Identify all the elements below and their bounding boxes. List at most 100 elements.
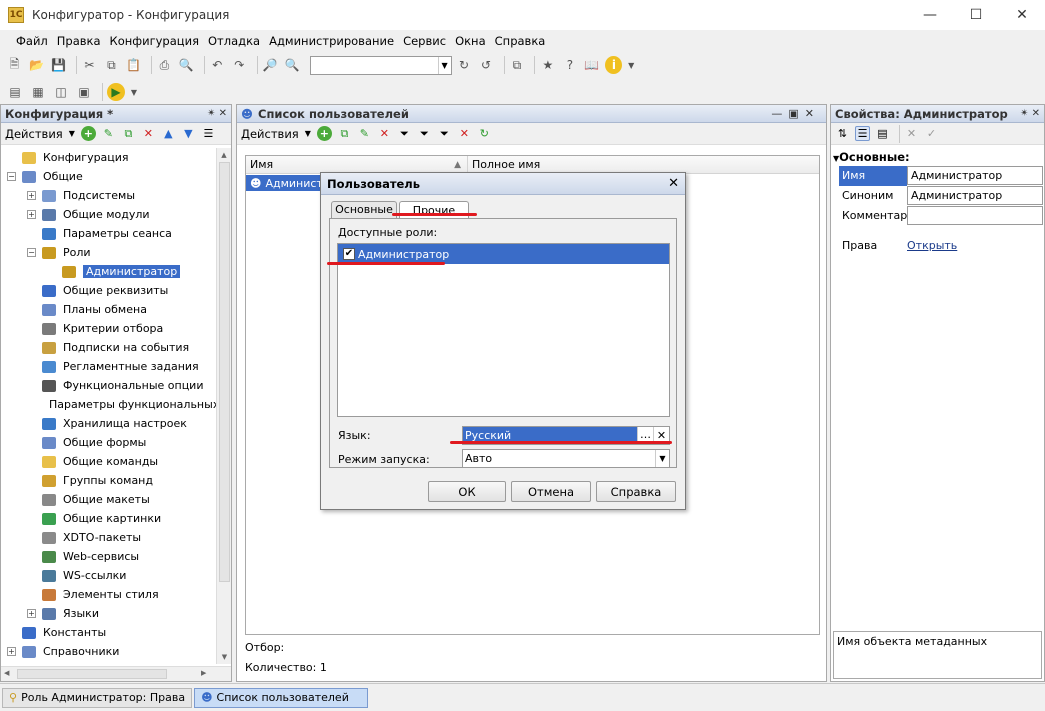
col-name[interactable]: Имя ▲	[246, 156, 468, 173]
tree-item[interactable]: − Общие	[1, 167, 216, 186]
find-in-tree-icon[interactable]: 🔎	[262, 56, 279, 74]
help-button[interactable]: Справка	[596, 481, 676, 502]
config-window-icon[interactable]: ▣	[75, 83, 93, 101]
tree-item[interactable]: Регламентные задания	[1, 357, 216, 376]
find-next-icon[interactable]: ↻	[456, 56, 473, 74]
prop-name-input[interactable]: Администратор	[907, 166, 1043, 185]
find-prev-icon[interactable]: ↺	[478, 56, 495, 74]
menu-debug[interactable]: Отладка	[208, 34, 260, 48]
scroll-left-icon[interactable]: ◀	[4, 669, 9, 677]
tab-main[interactable]: Основные	[331, 201, 397, 219]
scrollbar-thumb[interactable]	[17, 669, 167, 679]
scroll-down-icon[interactable]: ▼	[217, 650, 232, 664]
copy-icon[interactable]: ⧉	[103, 56, 120, 74]
print-icon[interactable]: ⎙	[156, 56, 173, 74]
syntax-helper-icon[interactable]: ★	[539, 56, 556, 74]
window-controls[interactable]: —▣✕	[771, 107, 826, 120]
tree-item[interactable]: Администратор	[1, 262, 216, 281]
db-config-icon[interactable]: ▦	[29, 83, 47, 101]
actions-menu[interactable]: Действия	[5, 127, 63, 141]
tree-item[interactable]: Критерии отбора	[1, 319, 216, 338]
apply-icon[interactable]: ✓	[924, 126, 939, 141]
tree-item[interactable]: Параметры сеанса	[1, 224, 216, 243]
categories-icon[interactable]: ☰	[855, 126, 870, 141]
update-db-icon[interactable]: ◫	[52, 83, 70, 101]
tree-item[interactable]: Конфигурация	[1, 148, 216, 167]
taskbar-tab-users-list[interactable]: ☻ Список пользователей	[194, 687, 369, 708]
cut-icon[interactable]: ✂	[81, 56, 98, 74]
clear-filter-icon[interactable]: ✕	[457, 126, 472, 141]
expand-icon[interactable]: +	[27, 191, 36, 200]
scrollbar-thumb[interactable]	[219, 162, 230, 582]
expand-icon[interactable]: +	[27, 609, 36, 618]
add-icon[interactable]: +	[80, 126, 96, 141]
sort-alpha-icon[interactable]: ⇅	[835, 126, 850, 141]
menu-file[interactable]: Файл	[16, 34, 48, 48]
close-button[interactable]: ✕	[999, 0, 1045, 30]
chevron-down-icon[interactable]: ▼	[130, 83, 138, 101]
filter-history-icon[interactable]: ⏷	[437, 126, 452, 141]
menu-edit[interactable]: Правка	[57, 34, 101, 48]
add-icon[interactable]: +	[316, 126, 332, 141]
tree-item[interactable]: Константы	[1, 623, 216, 642]
tree-item[interactable]: Общие картинки	[1, 509, 216, 528]
tree-item[interactable]: Планы обмена	[1, 300, 216, 319]
scroll-up-icon[interactable]: ▲	[217, 148, 231, 162]
menu-service[interactable]: Сервис	[403, 34, 446, 48]
open-rights-link[interactable]: Открыть	[907, 236, 957, 256]
open-icon[interactable]: 📂	[28, 56, 45, 74]
delete-icon[interactable]: ✕	[141, 126, 156, 141]
role-checkbox[interactable]: ✔	[343, 248, 355, 260]
filter-icon[interactable]: ⏷	[397, 126, 412, 141]
refresh-icon[interactable]: ↻	[477, 126, 492, 141]
new-icon[interactable]: 🗎	[6, 56, 23, 74]
tree-item[interactable]: Подписки на события	[1, 338, 216, 357]
tree-item[interactable]: + Справочники	[1, 642, 216, 661]
col-fullname[interactable]: Полное имя	[468, 156, 540, 173]
panel-pin-icon[interactable]: ✴ ✕	[207, 108, 231, 119]
tree-item[interactable]: Параметры функциональных	[1, 395, 216, 414]
menu-administration[interactable]: Администрирование	[269, 34, 394, 48]
chevron-down-icon[interactable]: ▼	[69, 129, 75, 138]
properties-list-icon[interactable]: ▤	[875, 126, 890, 141]
tree-item[interactable]: Общие реквизиты	[1, 281, 216, 300]
search-combo[interactable]: ▼	[309, 55, 452, 75]
tree-item[interactable]: + Языки	[1, 604, 216, 623]
tree-item[interactable]: Общие макеты	[1, 490, 216, 509]
launch-mode-select[interactable]: Авто ▼	[462, 449, 670, 468]
delete-icon[interactable]: ✕	[377, 126, 392, 141]
tree-item[interactable]: Общие команды	[1, 452, 216, 471]
menu-windows[interactable]: Окна	[455, 34, 486, 48]
copy-item-icon[interactable]: ⧉	[337, 126, 352, 141]
collapse-icon[interactable]: −	[27, 248, 36, 257]
chevron-down-icon[interactable]: ▼	[305, 129, 311, 138]
tree-item[interactable]: WS-ссылки	[1, 566, 216, 585]
book-icon[interactable]: 📖	[583, 56, 600, 74]
tree-item[interactable]: + Общие модули	[1, 205, 216, 224]
tree-item[interactable]: Группы команд	[1, 471, 216, 490]
copy-item-icon[interactable]: ⧉	[121, 126, 136, 141]
expand-icon[interactable]: +	[7, 647, 16, 656]
windows-icon[interactable]: ⧉	[508, 56, 525, 74]
paste-icon[interactable]: 📋	[125, 56, 142, 74]
collapse-icon[interactable]: −	[7, 172, 16, 181]
expand-icon[interactable]: +	[27, 210, 36, 219]
debug-start-icon[interactable]: ▶	[107, 83, 125, 101]
chevron-down-icon[interactable]: ▼	[655, 450, 669, 467]
chevron-down-icon[interactable]: ▼	[627, 56, 635, 74]
save-icon[interactable]: 💾	[50, 56, 67, 74]
tree-item[interactable]: + Подсистемы	[1, 186, 216, 205]
edit-icon[interactable]: ✎	[101, 126, 116, 141]
taskbar-tab-role-rights[interactable]: ⚲ Роль Администратор: Права	[2, 687, 193, 708]
tree-item[interactable]: XDTO-пакеты	[1, 528, 216, 547]
menu-help[interactable]: Справка	[495, 34, 546, 48]
move-up-icon[interactable]: ▲	[161, 126, 176, 141]
tree-item[interactable]: Хранилища настроек	[1, 414, 216, 433]
tree-horizontal-scrollbar[interactable]: ◀ ▶	[1, 666, 231, 681]
tree-item[interactable]: Web-сервисы	[1, 547, 216, 566]
cancel-icon[interactable]: ✕	[904, 126, 919, 141]
actions-menu[interactable]: Действия	[241, 127, 299, 141]
cancel-button[interactable]: Отмена	[511, 481, 591, 502]
tree-item[interactable]: − Роли	[1, 243, 216, 262]
redo-icon[interactable]: ↷	[231, 56, 248, 74]
